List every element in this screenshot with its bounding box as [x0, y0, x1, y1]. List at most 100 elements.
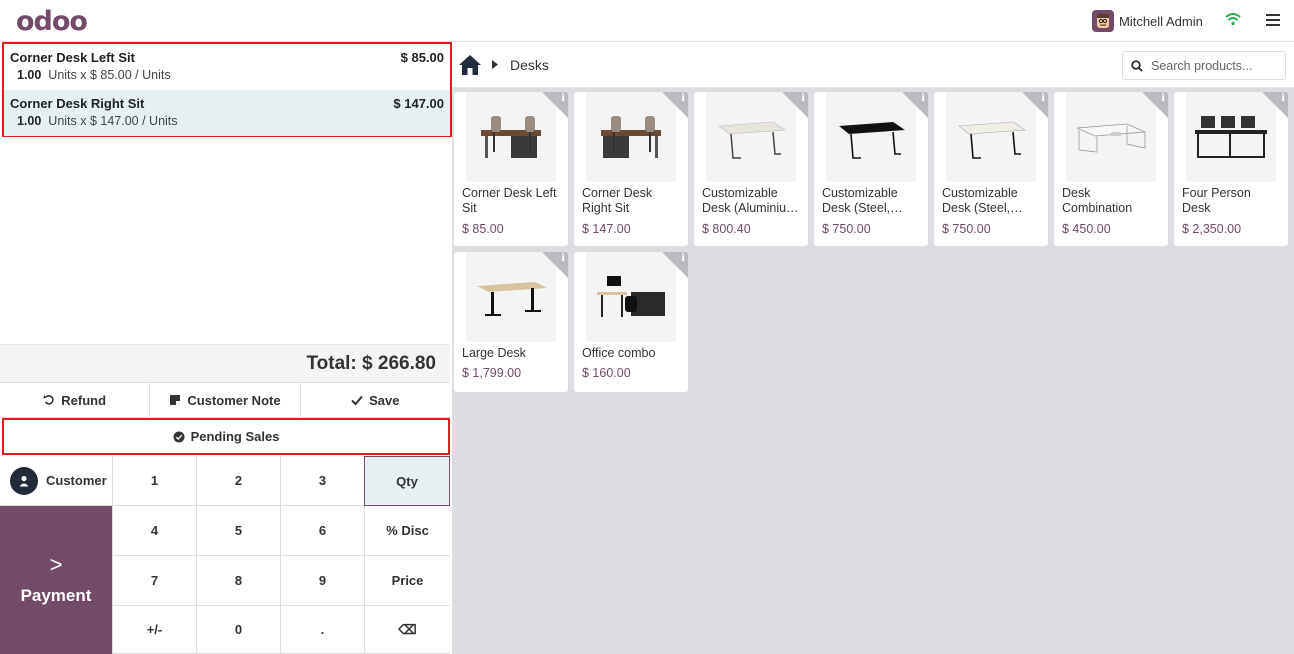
numpad-key-1[interactable]: 1 [112, 456, 196, 506]
order-panel: Corner Desk Left Sit $ 85.00 1.00 Units … [0, 42, 452, 654]
order-total: Total: $ 266.80 [306, 353, 436, 374]
save-button[interactable]: Save [301, 383, 450, 417]
info-icon[interactable]: i [921, 93, 925, 104]
order-line-price: $ 147.00 [393, 96, 444, 111]
product-price: $ 800.40 [702, 222, 751, 236]
price-mode-button[interactable]: Price [364, 556, 450, 606]
order-line-name: Corner Desk Left Sit [10, 50, 135, 65]
info-icon[interactable]: i [561, 253, 565, 264]
info-icon[interactable]: i [1281, 93, 1285, 104]
numpad-key-9[interactable]: 9 [280, 556, 364, 606]
home-icon[interactable] [458, 54, 482, 76]
breadcrumb: Desks [452, 42, 1294, 88]
order-line-info: 1.00 Units x $ 147.00 / Units [10, 114, 444, 128]
info-icon[interactable]: i [1041, 93, 1045, 104]
product-name: Customizable Desk (Steel,… [942, 186, 1023, 215]
product-price: $ 450.00 [1062, 222, 1111, 236]
chevron-right-icon: > [49, 552, 63, 577]
info-icon[interactable]: i [1161, 93, 1165, 104]
order-line[interactable]: Corner Desk Left Sit $ 85.00 1.00 Units … [4, 44, 450, 90]
products-panel: Desks i Corner Desk Left Sit $ 85.00 i C… [452, 42, 1294, 654]
product-name: Four Person Desk [1182, 186, 1251, 215]
numpad-key-8[interactable]: 8 [196, 556, 280, 606]
product-name: Corner Desk Right Sit [582, 186, 653, 215]
user-menu[interactable]: Mitchell Admin [1092, 10, 1203, 32]
product-name: Desk Combination [1062, 186, 1133, 215]
info-icon[interactable]: i [801, 93, 805, 104]
pending-sales-button[interactable]: Pending Sales [2, 418, 450, 455]
refund-label: Refund [61, 392, 107, 408]
product-price: $ 750.00 [822, 222, 871, 236]
product-card[interactable]: i Desk Combination $ 450.00 [1054, 92, 1168, 246]
numpad: 1 2 3 Qty 4 5 6 % Disc 7 8 9 Price +/- 0… [112, 456, 450, 654]
product-name: Office combo [582, 346, 656, 360]
numpad-key-2[interactable]: 2 [196, 456, 280, 506]
check-icon [351, 395, 363, 406]
numpad-key-6[interactable]: 6 [280, 506, 364, 556]
order-line-selected[interactable]: Corner Desk Right Sit $ 147.00 1.00 Unit… [4, 90, 450, 136]
product-name: Large Desk [462, 346, 526, 360]
numpad-key-7[interactable]: 7 [112, 556, 196, 606]
product-price: $ 2,350.00 [1182, 222, 1242, 236]
plus-minus-button[interactable]: +/- [112, 606, 196, 654]
product-card[interactable]: i Office combo $ 160.00 [574, 252, 688, 392]
product-price: $ 147.00 [582, 222, 631, 236]
user-icon [10, 466, 38, 495]
discount-mode-button[interactable]: % Disc [364, 506, 450, 556]
product-name: Customizable Desk (Steel,… [822, 186, 903, 215]
order-lines: Corner Desk Left Sit $ 85.00 1.00 Units … [2, 42, 452, 137]
product-card[interactable]: i Customizable Desk (Steel,… $ 750.00 [934, 92, 1048, 246]
customer-note-button[interactable]: Customer Note [150, 383, 301, 417]
search-input[interactable] [1151, 58, 1281, 73]
odoo-logo: odoo [16, 6, 88, 37]
product-card[interactable]: i Large Desk $ 1,799.00 [454, 252, 568, 392]
pending-sales-label: Pending Sales [190, 429, 280, 444]
order-line-name: Corner Desk Right Sit [10, 96, 145, 111]
order-actions: Refund Customer Note Save [0, 382, 450, 418]
breadcrumb-category[interactable]: Desks [510, 57, 549, 73]
numpad-key-5[interactable]: 5 [196, 506, 280, 556]
decimal-button[interactable]: . [280, 606, 364, 654]
payment-label: Payment [20, 586, 92, 605]
product-name: Corner Desk Left Sit [462, 186, 557, 215]
info-icon[interactable]: i [561, 93, 565, 104]
order-line-qty: 1.00 [17, 114, 42, 128]
product-card[interactable]: i Customizable Desk (Aluminiu… $ 800.40 [694, 92, 808, 246]
product-price: $ 85.00 [462, 222, 504, 236]
product-price: $ 750.00 [942, 222, 991, 236]
numpad-key-3[interactable]: 3 [280, 456, 364, 506]
customer-note-label: Customer Note [187, 392, 281, 408]
search-icon [1131, 59, 1143, 72]
hamburger-menu-icon[interactable] [1266, 14, 1280, 26]
user-name: Mitchell Admin [1119, 13, 1203, 29]
check-circle-icon [173, 431, 185, 442]
info-icon[interactable]: i [681, 93, 685, 104]
user-avatar [1092, 10, 1114, 32]
product-card[interactable]: i Four Person Desk $ 2,350.00 [1174, 92, 1288, 246]
order-line-unit: Units x $ 85.00 / Units [48, 68, 171, 82]
order-line-unit: Units x $ 147.00 / Units [48, 114, 178, 128]
customer-button[interactable]: Customer [0, 456, 112, 506]
caret-right-icon [492, 60, 498, 69]
product-name: Customizable Desk (Aluminiu… [702, 186, 799, 215]
qty-mode-button[interactable]: Qty [364, 456, 450, 506]
total-bar: Total: $ 266.80 [0, 344, 450, 382]
order-line-qty: 1.00 [17, 68, 42, 82]
backspace-button[interactable]: ⌫ [364, 606, 450, 654]
product-card[interactable]: i Corner Desk Right Sit $ 147.00 [574, 92, 688, 246]
undo-icon [43, 395, 54, 405]
order-line-price: $ 85.00 [400, 50, 444, 65]
product-card[interactable]: i Corner Desk Left Sit $ 85.00 [454, 92, 568, 246]
note-icon [170, 395, 181, 405]
numpad-key-4[interactable]: 4 [112, 506, 196, 556]
top-header: odoo Mitchell Admin [0, 0, 1294, 42]
search-box [1122, 51, 1286, 80]
refund-button[interactable]: Refund [0, 383, 151, 417]
numpad-key-0[interactable]: 0 [196, 606, 280, 654]
info-icon[interactable]: i [681, 253, 685, 264]
save-label: Save [369, 392, 400, 408]
product-price: $ 1,799.00 [462, 366, 522, 380]
product-card[interactable]: i Customizable Desk (Steel,… $ 750.00 [814, 92, 928, 246]
payment-button[interactable]: > Payment [0, 506, 112, 654]
wifi-icon [1225, 13, 1241, 26]
